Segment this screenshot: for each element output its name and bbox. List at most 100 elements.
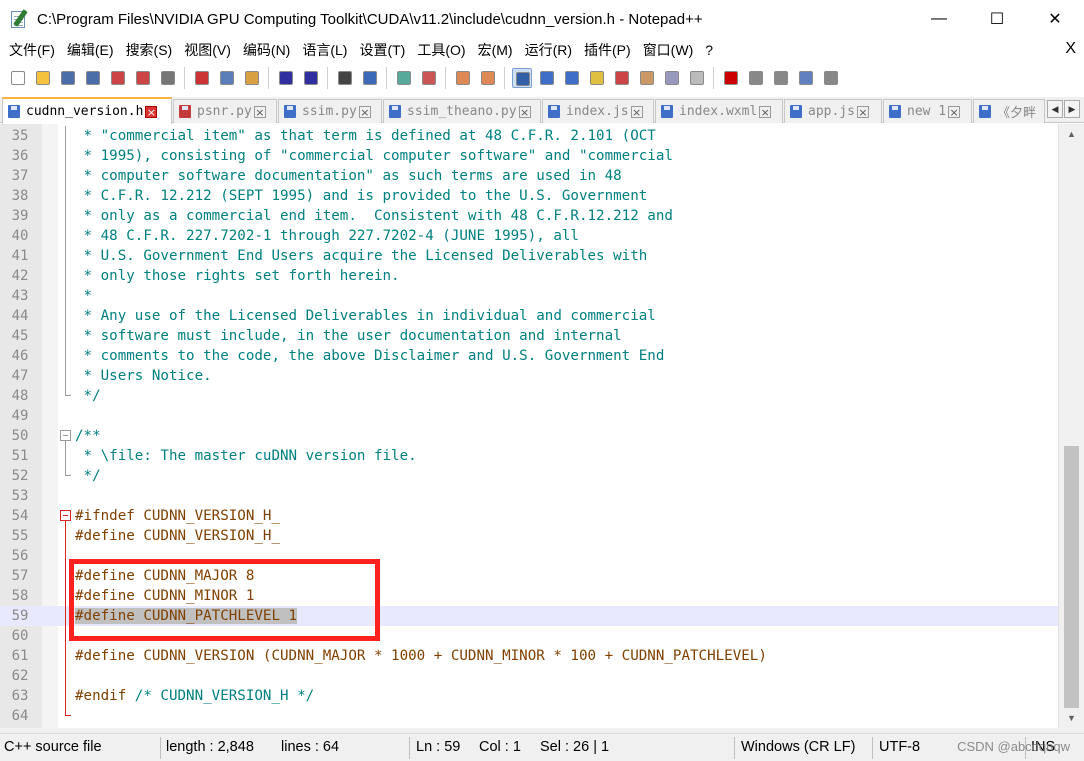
code-line[interactable]: 35 * "commercial item" as that term is d… [0,126,1058,146]
code-line[interactable]: 40 * 48 C.F.R. 227.7202-1 through 227.72… [0,226,1058,246]
doc-list-icon[interactable] [662,68,682,88]
indent-guide-icon[interactable] [562,68,582,88]
tab-close-icon[interactable]: × [518,105,531,118]
new-file-icon[interactable] [8,68,28,88]
tab-psnr-py[interactable]: psnr.py × [173,99,277,123]
code-line[interactable]: 62 [0,666,1058,686]
find-icon[interactable] [335,68,355,88]
scroll-down-arrow-icon[interactable]: ▼ [1059,708,1084,728]
code-line[interactable]: 48 */ [0,386,1058,406]
sync-vertical-icon[interactable] [453,68,473,88]
code-line[interactable]: 38 * C.F.R. 12.212 (SEPT 1995) and is pr… [0,186,1058,206]
print-icon[interactable] [158,68,178,88]
code-line[interactable]: 50 /** [0,426,1058,446]
tab-close-icon[interactable]: × [358,105,371,118]
sync-horizontal-icon[interactable] [478,68,498,88]
menu-item[interactable]: 搜索(S) [123,40,176,60]
tab-close-icon[interactable]: × [856,105,869,118]
tab-ssim-py[interactable]: ssim.py × [278,99,382,123]
close-button[interactable]: ✕ [1026,0,1084,38]
code-line[interactable]: 52 */ [0,466,1058,486]
close-icon[interactable] [108,68,128,88]
menu-item[interactable]: 编辑(E) [64,40,117,60]
close-document-button[interactable]: X [1065,40,1076,58]
menu-item[interactable]: 编码(N) [240,40,293,60]
vertical-scrollbar[interactable]: ▲ ▼ [1058,124,1084,728]
code-line[interactable]: 46 * comments to the code, the above Dis… [0,346,1058,366]
undo-icon[interactable] [276,68,296,88]
minimize-button[interactable]: — [910,0,968,38]
menu-item[interactable]: 视图(V) [181,40,234,60]
tab-index-js[interactable]: index.js × [542,99,654,123]
tab-close-icon[interactable]: × [759,105,772,118]
save-macro-icon[interactable] [821,68,841,88]
copy-icon[interactable] [217,68,237,88]
code-line[interactable]: 51 * \file: The master cuDNN version fil… [0,446,1058,466]
code-line[interactable]: 37 * computer software documentation" as… [0,166,1058,186]
save-all-icon[interactable] [83,68,103,88]
menu-item[interactable]: 运行(R) [522,40,575,60]
doc-map-icon[interactable] [587,68,607,88]
open-file-icon[interactable] [33,68,53,88]
scroll-up-arrow-icon[interactable]: ▲ [1059,124,1084,144]
cut-icon[interactable] [192,68,212,88]
close-all-icon[interactable] [133,68,153,88]
tab-[interactable]: 《夕畔 [973,99,1045,123]
tab-cudnn-version-h[interactable]: cudnn_version.h × [2,97,172,124]
code-line[interactable]: 55 #define CUDNN_VERSION_H_ [0,526,1058,546]
menu-item[interactable]: 工具(O) [414,40,468,60]
stop-macro-icon[interactable] [746,68,766,88]
paste-icon[interactable] [242,68,262,88]
menu-item[interactable]: 文件(F) [6,40,58,60]
fold-toggle-icon[interactable] [60,426,71,446]
code-line[interactable]: 44 * Any use of the Licensed Deliverable… [0,306,1058,326]
status-eol-format[interactable]: Windows (CR LF) [741,734,855,761]
tab-scroll-right-button[interactable]: ▶ [1064,100,1080,118]
code-line[interactable]: 64 [0,706,1058,726]
monitoring-icon[interactable] [687,68,707,88]
code-line[interactable]: 39 * only as a commercial end item. Cons… [0,206,1058,226]
code-line[interactable]: 61 #define CUDNN_VERSION (CUDNN_MAJOR * 1… [0,646,1058,666]
code-line[interactable]: 36 * 1995), consisting of "commercial co… [0,146,1058,166]
status-encoding[interactable]: UTF-8 [879,734,920,761]
folder-as-workspace-icon[interactable] [637,68,657,88]
fold-toggle-icon[interactable] [60,506,71,526]
record-macro-icon[interactable] [721,68,741,88]
code-line[interactable]: 53 [0,486,1058,506]
show-all-characters-icon[interactable] [537,68,557,88]
save-icon[interactable] [58,68,78,88]
code-line[interactable]: 47 * Users Notice. [0,366,1058,386]
tab-close-icon[interactable]: × [145,105,158,118]
menu-item[interactable]: 设置(T) [356,40,408,60]
tab-close-icon[interactable]: × [948,105,961,118]
menu-item[interactable]: 语言(L) [299,40,350,60]
tab-close-icon[interactable]: × [253,105,266,118]
maximize-button[interactable]: ☐ [968,0,1026,38]
code-line[interactable]: 43 * [0,286,1058,306]
scrollbar-thumb[interactable] [1064,446,1079,708]
redo-icon[interactable] [301,68,321,88]
run-macro-multiple-icon[interactable] [796,68,816,88]
replace-icon[interactable] [360,68,380,88]
tab-index-wxml[interactable]: index.wxml × [655,99,783,123]
zoom-out-icon[interactable] [419,68,439,88]
play-macro-icon[interactable] [771,68,791,88]
tab-scroll-left-button[interactable]: ◀ [1047,100,1063,118]
code-line[interactable]: 42 * only those rights set forth herein. [0,266,1058,286]
code-line[interactable]: 54 #ifndef CUDNN_VERSION_H_ [0,506,1058,526]
menu-item[interactable]: ? [702,42,716,58]
menu-item[interactable]: 宏(M) [475,40,516,60]
tab-new-1[interactable]: new 1 × [883,99,972,123]
word-wrap-icon[interactable] [511,68,532,88]
code-line[interactable]: 41 * U.S. Government End Users acquire t… [0,246,1058,266]
menu-item[interactable]: 插件(P) [581,40,634,60]
zoom-in-icon[interactable] [394,68,414,88]
menu-item[interactable]: 窗口(W) [640,40,697,60]
code-line[interactable]: 49 [0,406,1058,426]
code-line[interactable]: 63 #endif /* CUDNN_VERSION_H */ [0,686,1058,706]
tab-app-js[interactable]: app.js × [784,99,882,123]
tab-ssim-theano-py[interactable]: ssim_theano.py × [383,99,541,123]
tab-close-icon[interactable]: × [630,105,643,118]
function-list-icon[interactable] [612,68,632,88]
code-line[interactable]: 45 * software must include, in the user … [0,326,1058,346]
